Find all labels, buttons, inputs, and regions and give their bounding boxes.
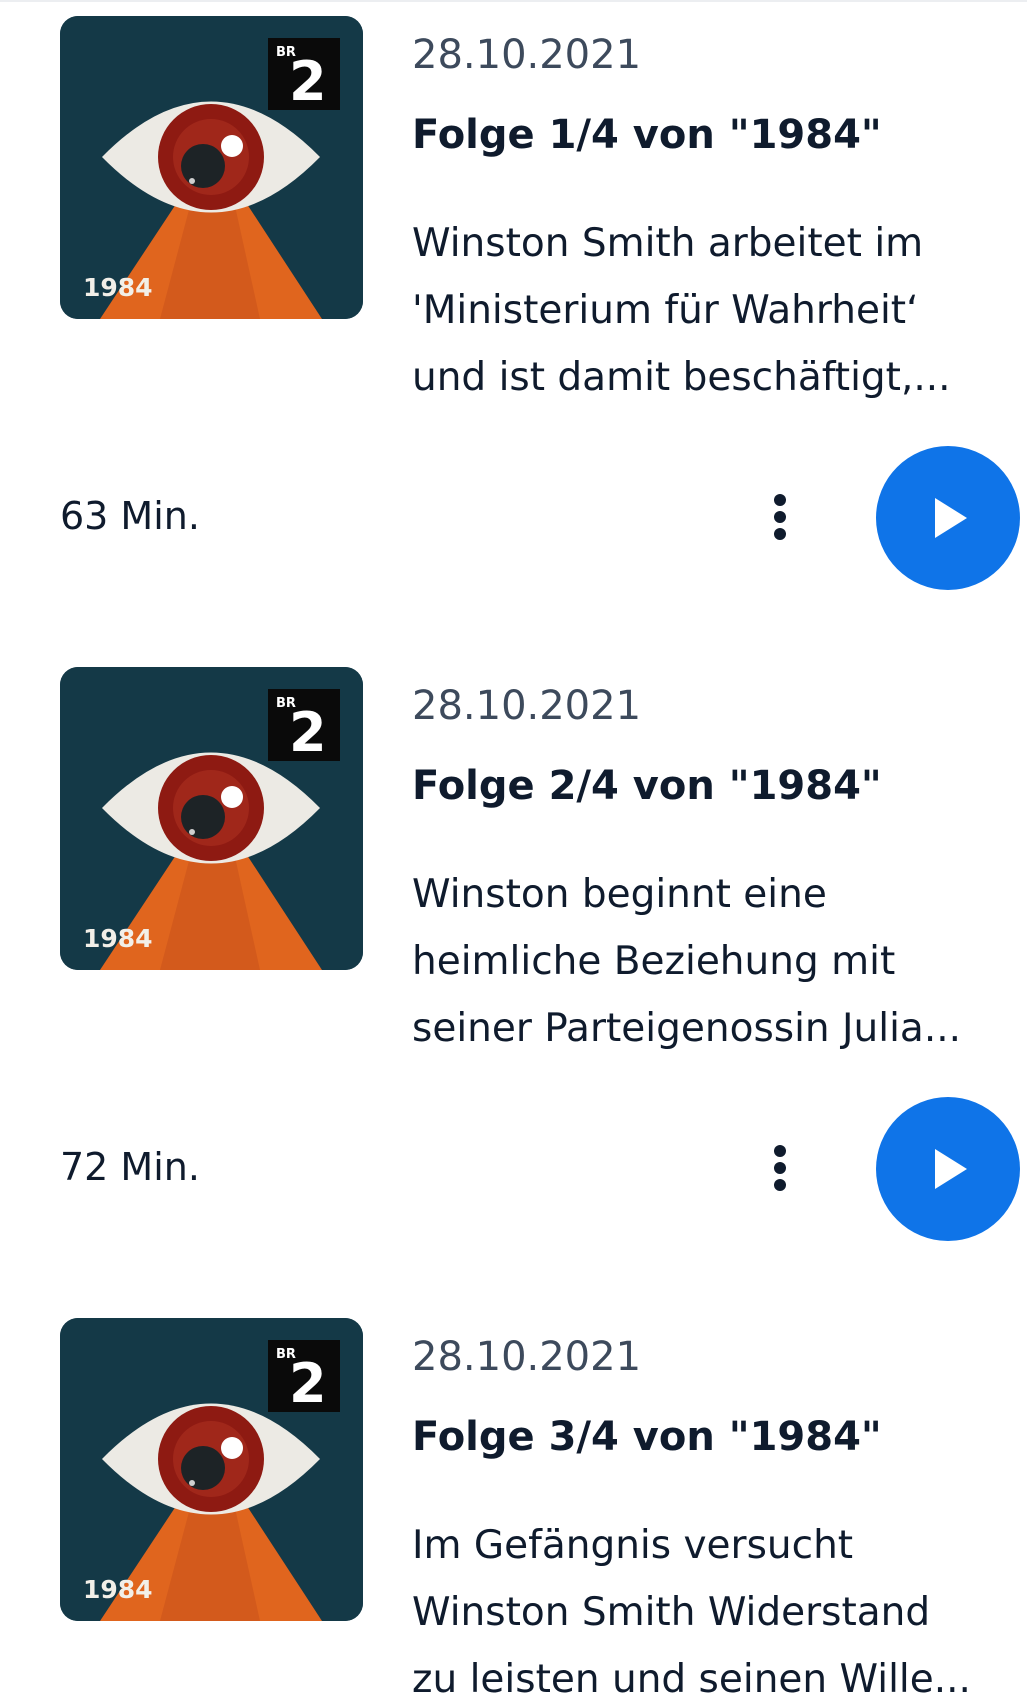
play-icon <box>935 498 967 538</box>
cover-channel: 2 <box>289 50 327 113</box>
cover-artwork: BR 2 1984 <box>60 667 363 970</box>
description-line: Winston Smith arbeitet im <box>412 221 924 266</box>
cover-channel: 2 <box>289 701 327 764</box>
cover-artwork: BR 2 1984 <box>60 1318 363 1621</box>
episode-title[interactable]: Folge 3/4 von "1984" <box>412 1414 882 1460</box>
description-line: 'Ministerium für Wahrheit‘ <box>412 288 919 333</box>
description-line: heimliche Beziehung mit <box>412 939 896 984</box>
description-line: und ist damit beschäftigt,... <box>412 355 951 400</box>
episode-item-3[interactable]: BR 2 1984 28.10.2021 Folge 3/4 von "1984… <box>0 1302 1027 1697</box>
episode-title[interactable]: Folge 2/4 von "1984" <box>412 763 882 809</box>
episode-description: Im Gefängnis versucht Winston Smith Wide… <box>412 1512 1012 1697</box>
episode-date: 28.10.2021 <box>412 683 642 729</box>
episode-item-2[interactable]: BR 2 1984 28.10.2021 Folge 2/4 von "1984… <box>0 651 1027 1251</box>
more-options-button[interactable] <box>755 1141 805 1201</box>
description-line: Winston beginnt eine <box>412 872 827 917</box>
episode-date: 28.10.2021 <box>412 1334 642 1380</box>
episode-title[interactable]: Folge 1/4 von "1984" <box>412 112 882 158</box>
play-button[interactable] <box>876 446 1020 590</box>
episode-cover[interactable]: BR 2 1984 <box>60 667 363 970</box>
description-line: seiner Parteigenossin Julia... <box>412 1006 962 1051</box>
play-icon <box>935 1149 967 1189</box>
more-vertical-icon <box>774 1145 786 1191</box>
episode-cover[interactable]: BR 2 1984 <box>60 1318 363 1621</box>
episode-duration: 72 Min. <box>60 1145 200 1189</box>
play-button[interactable] <box>876 1097 1020 1241</box>
description-line: Winston Smith Widerstand <box>412 1590 931 1635</box>
cover-channel: 2 <box>289 1352 327 1415</box>
episode-date: 28.10.2021 <box>412 32 642 78</box>
description-line: Im Gefängnis versucht <box>412 1523 854 1568</box>
more-options-button[interactable] <box>755 490 805 550</box>
cover-title: 1984 <box>83 924 153 953</box>
cover-title: 1984 <box>83 273 153 302</box>
description-line: zu leisten und seinen Wille... <box>412 1657 971 1697</box>
episode-description: Winston beginnt eine heimliche Beziehung… <box>412 861 1012 1062</box>
episode-item-1[interactable]: BR 2 1984 28.10.2021 Folge 1/4 von "1984… <box>0 0 1027 600</box>
more-vertical-icon <box>774 494 786 540</box>
episode-duration: 63 Min. <box>60 494 200 538</box>
episode-cover[interactable]: BR 2 1984 <box>60 16 363 319</box>
episode-description: Winston Smith arbeitet im 'Ministerium f… <box>412 210 1012 411</box>
cover-artwork: BR 2 1984 <box>60 16 363 319</box>
cover-title: 1984 <box>83 1575 153 1604</box>
